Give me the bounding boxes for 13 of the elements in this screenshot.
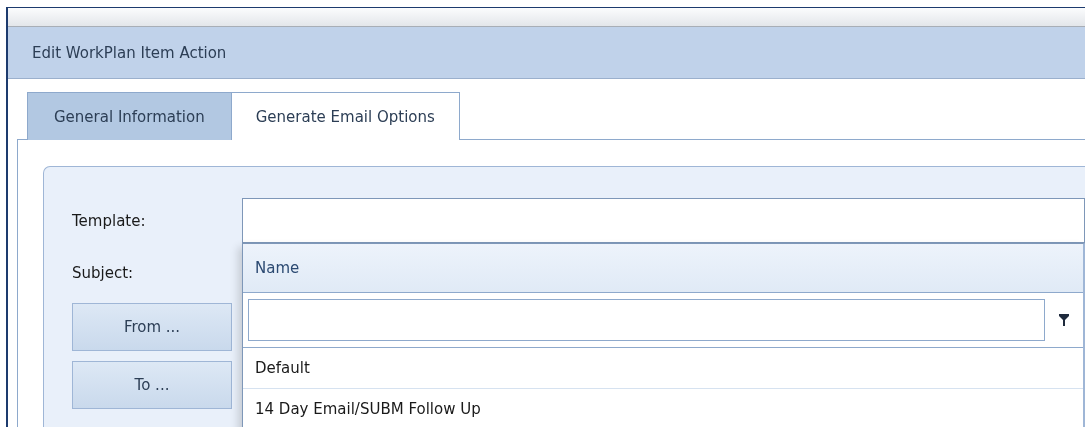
filter-icon[interactable] xyxy=(1059,314,1069,326)
window-title: Edit WorkPlan Item Action xyxy=(32,43,227,62)
column-header: Name xyxy=(243,244,1083,293)
subject-label: Subject: xyxy=(72,264,135,282)
list-item[interactable]: Default xyxy=(243,348,1083,389)
template-field[interactable] xyxy=(242,198,1085,243)
list-item[interactable]: 14 Day Email/SUBM Follow Up xyxy=(243,389,1083,427)
filter-field[interactable] xyxy=(248,299,1045,341)
address-button[interactable]: To ... xyxy=(72,361,232,409)
template-label: Template: xyxy=(72,211,147,230)
tab[interactable]: Generate Email Options xyxy=(231,92,460,140)
address-button[interactable]: From ... xyxy=(72,303,232,351)
tab[interactable]: General Information xyxy=(27,92,232,140)
